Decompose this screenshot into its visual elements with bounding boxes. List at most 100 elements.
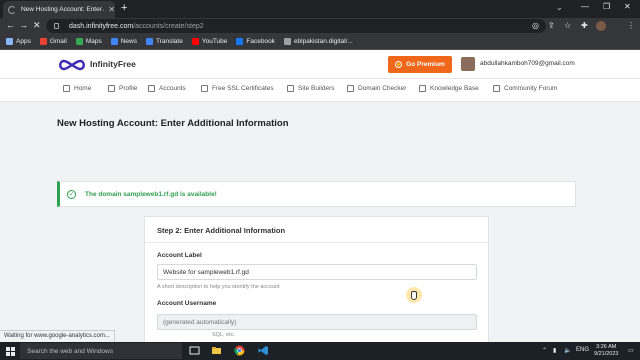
premium-icon: ⚡ [395,61,403,68]
page-title: New Hosting Account: Enter Additional In… [57,118,289,129]
nav-item[interactable]: Home [63,85,91,92]
taskbar-clock[interactable]: 3:26 AM 9/21/2023 [594,344,618,358]
go-premium-button[interactable]: ⚡ Go Premium [388,56,452,73]
back-icon[interactable]: ← [6,20,15,30]
forward-icon[interactable]: → [19,20,28,30]
gmail-icon [39,38,47,45]
hand-pointer-icon [411,291,417,300]
volume-icon[interactable]: 🔈 [564,347,571,354]
bookmark-item[interactable]: Translate [145,38,183,45]
taskbar-search-input[interactable]: Search the web and Windows [20,343,182,359]
search-placeholder: Search the web and Windows [27,347,113,355]
nav-item[interactable]: Profile [108,85,137,92]
browser-tab-strip: New Hosting Account: Enter Ad ✕ + ⌄ — ❐ … [0,0,640,18]
browser-tab-active[interactable]: New Hosting Account: Enter Ad ✕ [3,1,115,18]
task-view-icon[interactable] [189,345,200,356]
new-tab-icon[interactable]: + [121,2,127,14]
nav-label: Profile [119,85,138,92]
user-icon [108,85,115,92]
bookmarks-bar: Apps Gmail Maps News Translate YouTube Faceboo… [0,34,640,50]
share-icon[interactable]: ⇪ [548,21,555,30]
windows-start-icon[interactable] [6,347,15,356]
bookmark-label: Facebook [246,38,275,45]
nav-label: Knowledge Base [430,85,479,92]
extensions-icon[interactable]: ✚ [581,21,588,30]
domain-check-icon [347,85,354,92]
menu-kebab-icon[interactable]: ⋮ [627,21,635,30]
close-window-icon[interactable]: ✕ [624,2,631,11]
card-title: Step 2: Enter Additional Information [145,217,488,243]
nav-label: Home [74,85,92,92]
tab-search-icon[interactable]: ⌄ [556,3,563,12]
language-indicator[interactable]: ENG [576,347,589,353]
network-icon[interactable]: ▮ [553,347,556,354]
clock-time: 3:26 AM [596,344,617,350]
loading-spinner-icon [8,5,16,14]
browser-toolbar: ← → ✕ dash.infinityfree.com /accounts/cr… [0,18,640,34]
url-host: dash.infinityfree.com [69,22,134,30]
maps-icon [75,38,83,45]
bookmark-item[interactable]: YouTube [191,38,227,45]
partial-help-text: SQL, etc. [212,332,235,338]
bookmark-item[interactable]: Maps [75,38,102,45]
vscode-icon[interactable] [258,345,269,356]
domain-available-alert: ✓ The domain sampleweb1.rf.gd is availab… [57,181,576,207]
site-builder-icon [287,85,294,92]
user-avatar[interactable] [461,57,475,71]
go-premium-label: Go Premium [406,61,445,68]
mouse-cursor-highlight [406,287,422,303]
translate-icon [145,38,153,45]
file-explorer-icon[interactable] [211,345,222,356]
news-icon [110,38,118,45]
bookmark-item[interactable]: eblpakistan.digital/... [283,38,353,45]
account-username-label: Account Username [157,300,217,307]
restore-icon[interactable]: ❐ [603,2,610,11]
nav-label: Site Builders [298,85,335,92]
nav-item[interactable]: Knowledge Base [419,85,479,92]
nav-item[interactable]: Accounts [148,85,186,92]
notifications-icon[interactable]: ▭ [628,347,634,354]
infinity-logo-icon[interactable] [57,58,87,72]
stop-loading-icon[interactable]: ✕ [33,20,41,31]
logo-text[interactable]: InfinityFree [90,59,136,69]
tray-chevron-icon[interactable]: ⌃ [542,347,547,354]
bookmark-star-icon[interactable]: ☆ [564,21,571,30]
account-label-input[interactable] [157,264,477,280]
google-lens-icon[interactable]: ◎ [532,21,539,30]
bookmark-item[interactable]: Gmail [39,38,67,45]
chrome-icon[interactable] [234,345,245,356]
close-tab-icon[interactable]: ✕ [108,5,115,14]
browser-status-bubble: Waiting for www.google-analytics.com... [0,330,115,342]
bookmark-item[interactable]: News [110,38,137,45]
bookmark-item[interactable]: Apps [6,38,31,45]
address-bar[interactable]: dash.infinityfree.com /accounts/create/s… [46,19,546,33]
account-label-label: Account Label [157,252,202,259]
nav-label: Accounts [159,85,186,92]
account-username-input[interactable] [157,314,477,330]
user-email[interactable]: abdullahkamboh709@gmail.com [480,60,575,67]
forum-icon [493,85,500,92]
check-circle-icon: ✓ [67,189,76,199]
bookmark-item[interactable]: Facebook [236,38,275,45]
lock-icon[interactable] [54,23,59,29]
bookmark-label: Translate [155,38,183,45]
bookmark-label: Gmail [49,38,67,45]
tab-title: New Hosting Account: Enter Ad [20,6,105,13]
account-form-card: Step 2: Enter Additional Information Acc… [144,216,489,346]
nav-item[interactable]: Free SSL Certificates [201,85,274,92]
nav-item[interactable]: Domain Checker [347,85,406,92]
alert-message: The domain sampleweb1.rf.gd is available… [85,190,217,198]
bookmark-label: Maps [85,38,102,45]
minimize-icon[interactable]: — [581,2,589,11]
nav-label: Free SSL Certificates [212,85,274,92]
nav-item[interactable]: Community Forum [493,85,557,92]
bookmark-label: eblpakistan.digital/... [293,38,353,45]
globe-icon [283,38,291,45]
home-icon [63,85,70,92]
nav-item[interactable]: Site Builders [287,85,335,92]
question-icon [419,85,426,92]
site-nav: Home Profile Accounts Free SSL Certificates… [0,78,640,102]
windows-taskbar: Search the web and Windows ⌃ ▮ 🔈 ENG 3:2… [0,342,640,360]
profile-avatar-icon[interactable] [596,21,606,31]
site-header: InfinityFree ⚡ Go Premium abdullahkamboh… [0,50,640,78]
